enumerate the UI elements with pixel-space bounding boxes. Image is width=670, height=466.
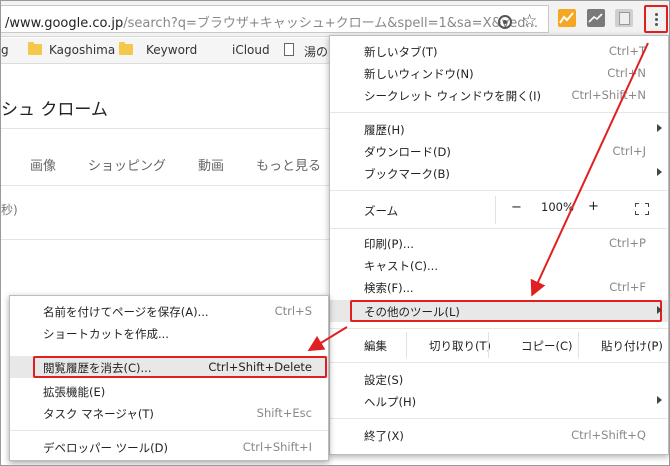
submenu-item-clear-browsing-data[interactable]: 閲覧履歴を消去(C)... Ctrl+Shift+Delete: [10, 356, 328, 378]
menu-item-new-tab[interactable]: 新しいタブ(T) Ctrl+T: [330, 40, 668, 62]
menu-item-history[interactable]: 履歴(H): [330, 118, 668, 140]
divider: [1, 185, 331, 186]
copy-button[interactable]: コピー(C): [488, 332, 578, 358]
separator: [330, 190, 668, 191]
divider: [1, 239, 331, 240]
menu-item-cast[interactable]: キャスト(C)...: [330, 254, 668, 276]
result-stats: 秒): [1, 203, 18, 217]
menu-item-print[interactable]: 印刷(P)... Ctrl+P: [330, 232, 668, 254]
browser-window: /www.google.co.jp/search?q=ブラウザ+キャッシュ+クロ…: [0, 0, 670, 466]
location-target-icon[interactable]: [498, 15, 512, 29]
menu-item-help[interactable]: ヘルプ(H): [330, 390, 668, 412]
bookmark-item-icloud[interactable]: iCloud: [232, 43, 270, 57]
toolbar: /www.google.co.jp/search?q=ブラウザ+キャッシュ+クロ…: [1, 1, 669, 37]
page-icon: [284, 43, 294, 56]
menu-item-new-window[interactable]: 新しいウィンドウ(N) Ctrl+N: [330, 62, 668, 84]
divider: [1, 128, 331, 129]
zoom-in-button[interactable]: +: [588, 199, 599, 214]
paste-button[interactable]: 貼り付け(P): [578, 332, 668, 358]
fullscreen-icon[interactable]: [635, 203, 649, 215]
chrome-menu-button[interactable]: [644, 5, 668, 33]
zoom-level: 100%: [541, 200, 574, 214]
more-tools-submenu: 名前を付けてページを保存(A)... Ctrl+S ショートカットを作成... 閲…: [9, 295, 329, 461]
submenu-item-task-manager[interactable]: タスク マネージャ(T) Shift+Esc: [10, 402, 328, 424]
tab-images[interactable]: 画像: [30, 155, 56, 174]
search-query-text[interactable]: シュ クローム: [1, 95, 108, 120]
bookmark-item-keyword[interactable]: Keyword: [146, 43, 197, 57]
menu-item-exit[interactable]: 終了(X) Ctrl+Shift+Q: [330, 424, 668, 446]
menu-item-edit: 編集 切り取り(T) コピー(C) 貼り付け(P): [330, 332, 668, 358]
bookmark-star-icon[interactable]: ☆: [522, 11, 537, 31]
address-bar[interactable]: /www.google.co.jp/search?q=ブラウザ+キャッシュ+クロ…: [1, 5, 549, 33]
separator: [330, 328, 668, 329]
bookmark-item[interactable]: g: [1, 43, 9, 57]
submenu-item-developer-tools[interactable]: デベロッパー ツール(D) Ctrl+Shift+I: [10, 436, 328, 458]
chrome-menu: 新しいタブ(T) Ctrl+T 新しいウィンドウ(N) Ctrl+N シークレット …: [329, 35, 669, 455]
zoom-controls: − 100% +: [495, 196, 668, 224]
submenu-item-create-shortcut[interactable]: ショートカットを作成...: [10, 322, 328, 344]
chevron-right-icon: [657, 396, 662, 404]
separator: [330, 228, 668, 229]
menu-item-incognito[interactable]: シークレット ウィンドウを開く(I) Ctrl+Shift+N: [330, 84, 668, 106]
menu-item-zoom: ズーム − 100% +: [330, 196, 668, 224]
folder-icon: [28, 42, 42, 55]
separator: [330, 112, 668, 113]
bookmark-item-yuno[interactable]: 湯の: [304, 43, 328, 60]
separator: [330, 362, 668, 363]
cut-button[interactable]: 切り取り(T): [406, 332, 491, 358]
separator: [10, 430, 328, 431]
chevron-right-icon: [657, 168, 662, 176]
bookmark-item-kagoshima[interactable]: Kagoshima: [49, 43, 115, 57]
menu-item-find[interactable]: 検索(F)... Ctrl+F: [330, 276, 668, 298]
extension-pdf-icon[interactable]: [615, 9, 633, 27]
menu-item-bookmarks[interactable]: ブックマーク(B): [330, 162, 668, 184]
zoom-out-button[interactable]: −: [511, 200, 522, 215]
menu-item-settings[interactable]: 設定(S): [330, 368, 668, 390]
separator: [330, 418, 668, 419]
extension-graph-icon[interactable]: [587, 9, 605, 27]
chevron-right-icon: [657, 306, 662, 314]
folder-icon: [119, 42, 133, 55]
tab-videos[interactable]: 動画: [198, 155, 224, 174]
menu-item-downloads[interactable]: ダウンロード(D) Ctrl+J: [330, 140, 668, 162]
chevron-right-icon: [657, 124, 662, 132]
menu-item-more-tools[interactable]: その他のツール(L): [330, 300, 668, 322]
submenu-item-save-page[interactable]: 名前を付けてページを保存(A)... Ctrl+S: [10, 300, 328, 322]
url-text: /www.google.co.jp/search?q=ブラウザ+キャッシュ+クロ…: [5, 16, 538, 31]
search-tabs: 画像 ショッピング 動画 もっと見る: [1, 155, 331, 175]
submenu-item-extensions[interactable]: 拡張機能(E): [10, 380, 328, 402]
tab-more[interactable]: もっと見る: [256, 155, 321, 174]
extension-chart-icon[interactable]: [558, 9, 576, 27]
tab-shopping[interactable]: ショッピング: [88, 155, 166, 174]
